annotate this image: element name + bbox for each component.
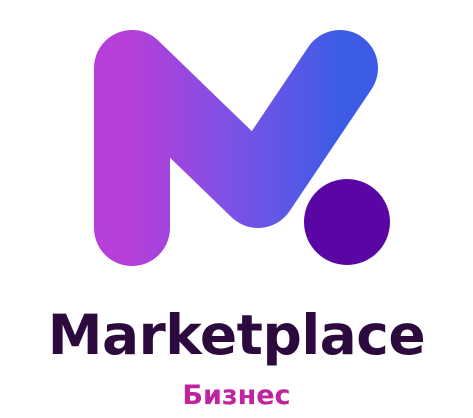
brand-subtitle: Бизнес (182, 380, 291, 411)
logo-canvas: Marketplace Бизнес (0, 0, 473, 418)
logo-dot-shape (304, 179, 390, 265)
marketplace-m-logo-icon (94, 30, 390, 266)
brand-name: Marketplace (47, 303, 426, 367)
